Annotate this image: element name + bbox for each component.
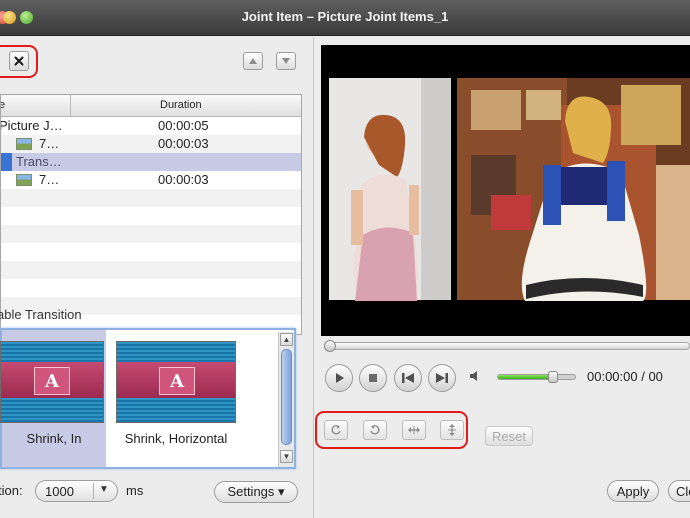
row-duration: 00:00:05 xyxy=(158,118,209,133)
table-row-empty xyxy=(1,207,301,225)
table-row-empty xyxy=(1,189,301,207)
row-name: Picture J… xyxy=(0,118,63,133)
play-button[interactable] xyxy=(325,364,353,392)
table-row-empty xyxy=(1,243,301,261)
triangle-up-icon xyxy=(249,58,257,64)
speaker-icon[interactable] xyxy=(469,370,481,382)
progress-knob[interactable] xyxy=(324,340,336,352)
skip-back-icon xyxy=(402,373,414,383)
transition-tile-shrink-horizontal[interactable]: A xyxy=(116,341,236,423)
tile-letter: A xyxy=(34,367,70,395)
flip-vertical-icon xyxy=(448,424,456,436)
apply-button[interactable]: Apply xyxy=(607,480,659,502)
playback-progress-bar[interactable] xyxy=(324,340,690,352)
triangle-down-icon xyxy=(282,58,290,64)
joint-items-table[interactable]: e Duration Picture J… 00:00:05 7… 00:00:… xyxy=(0,94,302,335)
video-preview xyxy=(321,45,690,336)
right-pane: 00:00:00 / 00 Reset Apply Clo xyxy=(314,37,690,518)
move-up-button[interactable] xyxy=(243,52,263,70)
delete-item-button[interactable] xyxy=(9,51,29,71)
column-divider xyxy=(70,95,71,117)
rotate-counterclockwise-button[interactable] xyxy=(363,420,387,440)
close-button[interactable]: Clo xyxy=(668,480,690,502)
table-row[interactable]: 7… 00:00:03 xyxy=(1,135,301,153)
time-readout: 00:00:00 / 00 xyxy=(587,369,663,384)
table-row[interactable]: 7… 00:00:03 xyxy=(1,171,301,189)
skip-forward-icon xyxy=(436,373,448,383)
transition-gallery[interactable]: A Shrink, In A Shrink, Horizontal ▲ ▼ xyxy=(0,328,296,469)
duration-unit: ms xyxy=(126,483,144,498)
image-thumbnail-icon xyxy=(16,138,32,150)
stop-button[interactable] xyxy=(359,364,387,392)
transition-label-shrink-horizontal[interactable]: Shrink, Horizontal xyxy=(116,425,236,451)
table-row[interactable]: Picture J… 00:00:05 xyxy=(0,117,301,135)
next-button[interactable] xyxy=(428,364,456,392)
duration-label: tion: xyxy=(0,483,23,498)
volume-slider[interactable] xyxy=(497,371,576,383)
image-thumbnail-icon xyxy=(16,174,32,186)
close-x-icon xyxy=(14,56,24,66)
title-bar: Joint Item – Picture Joint Items_1 xyxy=(0,0,690,36)
row-duration: 00:00:03 xyxy=(158,136,209,151)
table-row-empty xyxy=(1,225,301,243)
preview-frame-image xyxy=(321,45,690,336)
settings-button[interactable]: Settings ▾ xyxy=(214,481,298,503)
previous-button[interactable] xyxy=(394,364,422,392)
row-name: 7… xyxy=(39,136,60,151)
selection-marker xyxy=(1,153,12,171)
scrollbar-thumb[interactable] xyxy=(281,349,292,445)
rotate-clockwise-button[interactable] xyxy=(324,420,348,440)
stop-icon xyxy=(369,374,377,382)
row-name: 7… xyxy=(39,172,60,187)
duration-value[interactable]: 1000 xyxy=(45,484,74,499)
row-name: Trans… xyxy=(16,154,62,169)
left-pane: e Duration Picture J… 00:00:05 7… 00:00:… xyxy=(0,37,313,518)
scroll-down-arrow-icon[interactable]: ▼ xyxy=(280,450,293,463)
combo-divider xyxy=(93,483,94,499)
scroll-up-arrow-icon[interactable]: ▲ xyxy=(280,333,293,346)
table-header: e Duration xyxy=(1,95,301,117)
transition-section-label: able Transition xyxy=(0,307,82,322)
volume-knob[interactable] xyxy=(548,371,559,383)
transition-tile-shrink-in[interactable]: A xyxy=(0,341,104,423)
duration-combo[interactable]: 1000 ▼ xyxy=(35,480,118,502)
flip-vertical-button[interactable] xyxy=(440,420,464,440)
move-down-button[interactable] xyxy=(276,52,296,70)
flip-horizontal-button[interactable] xyxy=(402,420,426,440)
table-row-empty xyxy=(1,261,301,279)
reset-button[interactable]: Reset xyxy=(485,426,533,446)
vertical-scrollbar[interactable]: ▲ ▼ xyxy=(278,332,294,467)
play-icon xyxy=(336,373,344,383)
chevron-down-icon[interactable]: ▼ xyxy=(99,484,109,495)
volume-fill xyxy=(498,375,554,379)
column-header-name[interactable]: e xyxy=(1,99,5,111)
flip-horizontal-icon xyxy=(408,426,420,434)
table-row-selected[interactable]: Trans… xyxy=(1,153,301,171)
window-title: Joint Item – Picture Joint Items_1 xyxy=(241,9,449,24)
rotate-clockwise-icon xyxy=(331,425,341,435)
tile-letter: A xyxy=(159,367,195,395)
rotate-counterclockwise-icon xyxy=(370,425,380,435)
table-row-empty xyxy=(1,279,301,297)
column-header-duration[interactable]: Duration xyxy=(160,99,202,111)
row-duration: 00:00:03 xyxy=(158,172,209,187)
transition-label-shrink-in[interactable]: Shrink, In xyxy=(2,425,106,451)
